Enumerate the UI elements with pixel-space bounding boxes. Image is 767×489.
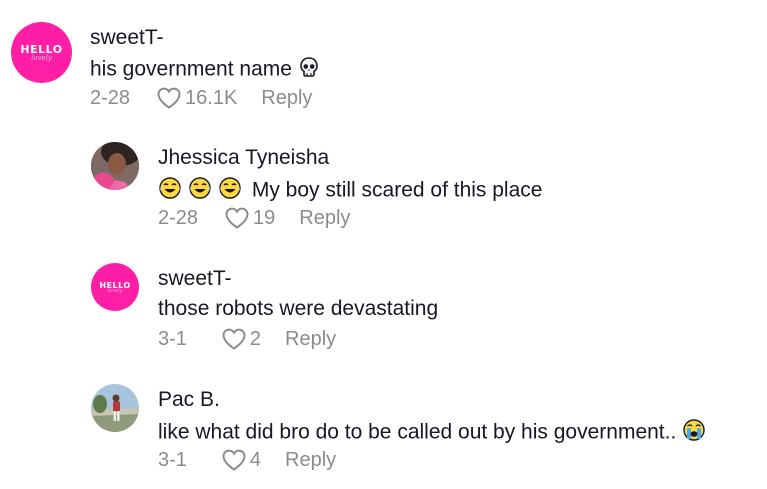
avatar-photo xyxy=(91,142,139,190)
comment-meta: 3-1 4 Reply xyxy=(158,448,336,472)
comment-date: 3-1 xyxy=(158,327,187,350)
comment-username[interactable]: Pac B. xyxy=(158,388,220,412)
skull-icon xyxy=(298,56,320,84)
avatar-logo-subtext: lovely xyxy=(31,54,52,62)
like-count: 16.1K xyxy=(185,86,238,109)
comment-text-body: like what did bro do to be called out by… xyxy=(158,420,677,444)
like-count: 19 xyxy=(253,206,276,229)
comment-date: 2-28 xyxy=(158,206,199,229)
comment-meta: 2-28 19 Reply xyxy=(158,206,350,230)
reply-button[interactable]: Reply xyxy=(261,87,312,110)
comment-username[interactable]: Jhessica Tyneisha xyxy=(158,146,329,170)
comment-text-body: those robots were devastating xyxy=(158,297,439,320)
like-button[interactable]: 19 xyxy=(224,206,275,230)
comment-username[interactable]: sweetT- xyxy=(158,267,232,291)
loudly-crying-icon xyxy=(682,418,706,448)
like-count: 2 xyxy=(249,327,262,350)
comment-text: like what did bro do to be called out by… xyxy=(158,418,706,448)
comment-text-body: My boy still scared of this place xyxy=(251,178,543,202)
avatar[interactable] xyxy=(91,384,139,432)
heart-icon xyxy=(157,87,181,109)
reply-button[interactable]: Reply xyxy=(285,449,336,472)
comment-text: his government name xyxy=(90,56,320,84)
avatar[interactable]: HELLO lovely xyxy=(91,263,139,311)
comment-date: 2-28 xyxy=(90,86,131,109)
avatar-logo-subtext: lovely xyxy=(107,287,123,294)
avatar[interactable] xyxy=(91,142,139,190)
avatar[interactable]: HELLO lovely xyxy=(11,22,72,83)
comment-date: 3-1 xyxy=(158,448,187,471)
comment-username[interactable]: sweetT- xyxy=(90,26,164,50)
comment-text-body: his government name xyxy=(90,57,292,81)
like-button[interactable]: 4 xyxy=(221,448,261,472)
comment-meta: 3-1 2 Reply xyxy=(158,327,336,351)
like-button[interactable]: 16.1K xyxy=(156,86,237,110)
reply-button[interactable]: Reply xyxy=(285,328,336,351)
heart-icon xyxy=(222,449,246,471)
like-button[interactable]: 2 xyxy=(221,327,261,351)
avatar-photo xyxy=(91,384,139,432)
tears-of-joy-icon xyxy=(158,176,246,206)
comment-meta: 2-28 16.1K Reply xyxy=(90,86,312,110)
comment-text: those robots were devastating xyxy=(158,297,438,321)
like-count: 4 xyxy=(249,448,262,471)
comment-text: My boy still scared of this place xyxy=(158,176,542,206)
heart-icon xyxy=(222,328,246,350)
heart-icon xyxy=(225,207,249,229)
reply-button[interactable]: Reply xyxy=(299,207,350,230)
